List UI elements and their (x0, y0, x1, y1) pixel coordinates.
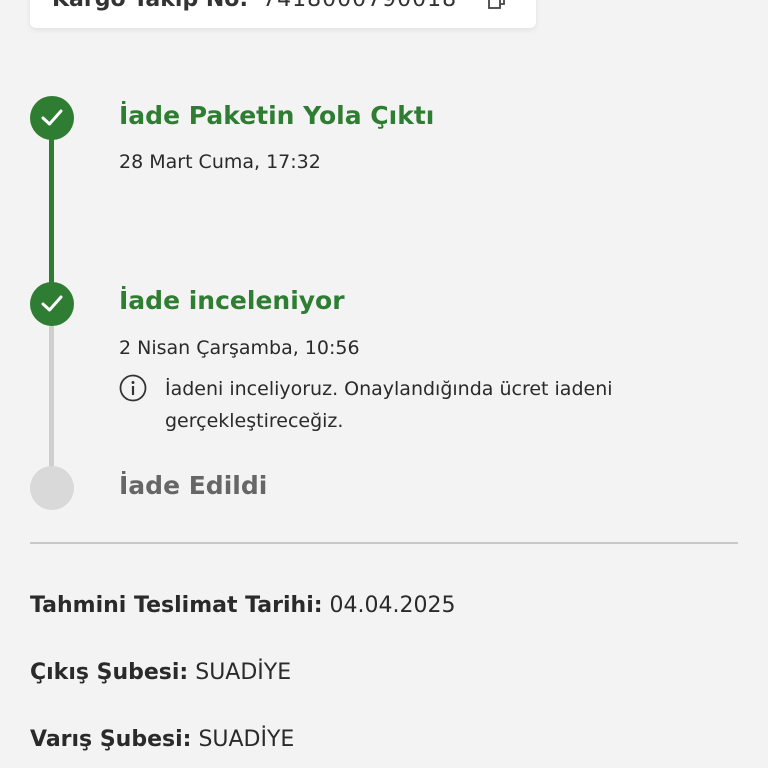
step-1-date: 28 Mart Cuma, 17:32 (119, 151, 321, 173)
info-icon (119, 374, 147, 402)
step-1-check-icon (30, 96, 74, 140)
estimated-delivery-row: Tahmini Teslimat Tarihi: 04.04.2025 (30, 593, 456, 618)
tracking-label: Kargo Takip No: (52, 0, 248, 12)
destination-branch-label: Varış Şubesi: (30, 727, 192, 752)
step-2-check-icon (30, 282, 74, 326)
origin-branch-value: SUADİYE (195, 660, 292, 685)
tracking-card: Kargo Takip No: 7418000790018 (30, 0, 536, 28)
timeline-line-completed (49, 118, 54, 304)
step-2-note: İadeni inceliyoruz. Onaylandığında ücret… (119, 373, 665, 437)
step-3-title: İade Edildi (119, 471, 268, 500)
copy-icon[interactable] (488, 0, 506, 10)
estimated-delivery-value: 04.04.2025 (329, 593, 456, 618)
step-2-note-text: İadeni inceliyoruz. Onaylandığında ücret… (165, 378, 613, 432)
destination-branch-row: Varış Şubesi: SUADİYE (30, 727, 294, 752)
estimated-delivery-label: Tahmini Teslimat Tarihi: (30, 593, 323, 618)
destination-branch-value: SUADİYE (198, 727, 295, 752)
step-3-pending-dot (30, 466, 74, 510)
step-2-title: İade inceleniyor (119, 286, 345, 315)
step-2-date: 2 Nisan Çarşamba, 10:56 (119, 337, 360, 359)
origin-branch-row: Çıkış Şubesi: SUADİYE (30, 660, 291, 685)
origin-branch-label: Çıkış Şubesi: (30, 660, 189, 685)
tracking-number: 7418000790018 (262, 0, 457, 12)
step-1-title: İade Paketin Yola Çıktı (119, 101, 435, 130)
divider (30, 542, 738, 544)
timeline-line-pending (49, 304, 54, 488)
